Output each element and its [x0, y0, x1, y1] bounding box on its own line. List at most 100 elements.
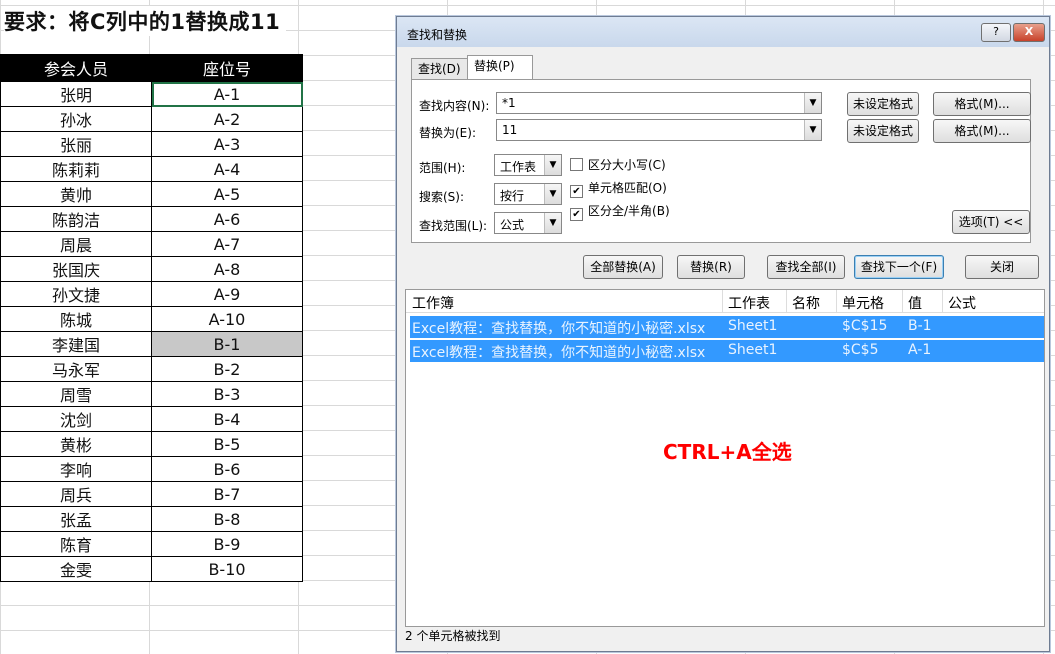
attendee-cell[interactable]: 张孟: [0, 506, 152, 532]
col-cell[interactable]: 单元格: [842, 293, 884, 313]
table-row: 周雪 B-3: [0, 381, 303, 407]
col-sheet[interactable]: 工作表: [728, 293, 770, 313]
col-workbook[interactable]: 工作簿: [412, 293, 454, 313]
seat-cell[interactable]: B-7: [151, 481, 303, 507]
lookin-label: 查找范围(L):: [419, 219, 488, 233]
col-value[interactable]: 值: [908, 293, 922, 313]
seat-cell[interactable]: B-4: [151, 406, 303, 432]
attendee-cell[interactable]: 张国庆: [0, 256, 152, 282]
seat-cell[interactable]: B-5: [151, 431, 303, 457]
table-row: 李建国 B-1: [0, 331, 303, 357]
checkmark-icon: ✔: [570, 208, 583, 221]
find-next-button[interactable]: 查找下一个(F): [854, 255, 944, 279]
replace-format-button[interactable]: 格式(M)...: [933, 119, 1031, 143]
seat-cell[interactable]: A-10: [151, 306, 303, 332]
annotation-text: CTRL+A全选: [663, 440, 792, 464]
attendee-cell[interactable]: 陈韵洁: [0, 206, 152, 232]
find-format-button[interactable]: 格式(M)...: [933, 92, 1031, 116]
replace-all-button[interactable]: 全部替换(A): [583, 255, 663, 279]
replace-button[interactable]: 替换(R): [677, 255, 745, 279]
dialog-titlebar[interactable]: 查找和替换 ? X: [397, 17, 1049, 47]
results-list[interactable]: 工作簿 工作表 名称 单元格 值 公式 Excel教程：查找替换，你不知道的小秘…: [405, 289, 1045, 627]
help-button[interactable]: ?: [981, 23, 1011, 42]
table-row: 张国庆 A-8: [0, 256, 303, 282]
find-format-status: 未设定格式: [847, 92, 919, 116]
scope-select[interactable]: 工作表 ▼: [494, 154, 562, 176]
search-label: 搜索(S):: [419, 190, 465, 204]
match-cell-checkbox[interactable]: ✔ 单元格匹配(O): [570, 179, 667, 198]
attendee-cell[interactable]: 孙冰: [0, 106, 152, 132]
close-button[interactable]: 关闭: [965, 255, 1039, 279]
seat-cell[interactable]: A-2: [151, 106, 303, 132]
seat-cell[interactable]: A-9: [151, 281, 303, 307]
header-attendee[interactable]: 参会人员: [0, 54, 152, 82]
table-row: 张明 A-1: [0, 81, 303, 107]
attendee-cell[interactable]: 沈剑: [0, 406, 152, 432]
chevron-down-icon[interactable]: ▼: [544, 184, 561, 204]
seat-cell[interactable]: B-2: [151, 356, 303, 382]
attendee-cell[interactable]: 黄帅: [0, 181, 152, 207]
seat-cell[interactable]: A-6: [151, 206, 303, 232]
table-row: 周晨 A-7: [0, 231, 303, 257]
attendee-cell[interactable]: 周兵: [0, 481, 152, 507]
replace-label: 替换为(E):: [419, 126, 476, 140]
seat-cell[interactable]: A-7: [151, 231, 303, 257]
attendee-cell[interactable]: 张丽: [0, 131, 152, 157]
seat-cell[interactable]: A-5: [151, 181, 303, 207]
result-row[interactable]: Excel教程：查找替换，你不知道的小秘密.xlsx Sheet1 $C$5 A…: [410, 340, 1044, 362]
attendee-cell[interactable]: 陈莉莉: [0, 156, 152, 182]
chevron-down-icon[interactable]: ▼: [804, 120, 821, 140]
seat-cell[interactable]: A-1: [151, 81, 303, 107]
table-row: 孙文捷 A-9: [0, 281, 303, 307]
header-seat[interactable]: 座位号: [151, 54, 303, 82]
table-row: 马永军 B-2: [0, 356, 303, 382]
attendee-cell[interactable]: 李建国: [0, 331, 152, 357]
attendee-cell[interactable]: 陈城: [0, 306, 152, 332]
chevron-down-icon[interactable]: ▼: [544, 155, 561, 175]
lookin-select[interactable]: 公式 ▼: [494, 212, 562, 234]
search-select[interactable]: 按行 ▼: [494, 183, 562, 205]
seat-cell[interactable]: B-3: [151, 381, 303, 407]
chevron-down-icon[interactable]: ▼: [804, 93, 821, 113]
results-header: 工作簿 工作表 名称 单元格 值 公式: [406, 290, 1044, 313]
seat-cell[interactable]: A-3: [151, 131, 303, 157]
table-row: 李响 B-6: [0, 456, 303, 482]
attendee-cell[interactable]: 张明: [0, 81, 152, 107]
seat-cell[interactable]: B-1: [151, 331, 303, 357]
match-width-checkbox[interactable]: ✔ 区分全/半角(B): [570, 202, 670, 221]
options-button[interactable]: 选项(T) <<: [952, 210, 1030, 234]
tab-find[interactable]: 查找(D): [411, 58, 469, 79]
col-name[interactable]: 名称: [792, 293, 820, 313]
col-formula[interactable]: 公式: [948, 293, 976, 313]
tab-replace[interactable]: 替换(P): [467, 55, 533, 80]
table-row: 陈城 A-10: [0, 306, 303, 332]
find-replace-dialog: 查找和替换 ? X 查找(D) 替换(P) 查找内容(N): *1 ▼ 未设定格…: [396, 16, 1050, 652]
seat-cell[interactable]: A-4: [151, 156, 303, 182]
attendee-cell[interactable]: 周晨: [0, 231, 152, 257]
attendee-cell[interactable]: 孙文捷: [0, 281, 152, 307]
find-all-button[interactable]: 查找全部(I): [767, 255, 845, 279]
table-row: 孙冰 A-2: [0, 106, 303, 132]
seat-cell[interactable]: B-6: [151, 456, 303, 482]
table-row: 黄彬 B-5: [0, 431, 303, 457]
seat-cell[interactable]: B-8: [151, 506, 303, 532]
attendee-cell[interactable]: 陈育: [0, 531, 152, 557]
find-input[interactable]: *1 ▼: [496, 92, 822, 114]
attendee-cell[interactable]: 马永军: [0, 356, 152, 382]
seat-cell[interactable]: B-10: [151, 556, 303, 582]
table-row: 陈莉莉 A-4: [0, 156, 303, 182]
attendee-cell[interactable]: 黄彬: [0, 431, 152, 457]
seat-cell[interactable]: B-9: [151, 531, 303, 557]
scope-label: 范围(H):: [419, 161, 466, 175]
attendee-cell[interactable]: 李响: [0, 456, 152, 482]
seat-cell[interactable]: A-8: [151, 256, 303, 282]
close-icon[interactable]: X: [1013, 23, 1045, 42]
chevron-down-icon[interactable]: ▼: [544, 213, 561, 233]
match-case-checkbox[interactable]: 区分大小写(C): [570, 156, 666, 173]
attendee-table: 参会人员 座位号 张明 A-1 孙冰 A-2 张丽 A-3 陈莉莉 A-4 黄帅 A-5 陈韵洁 A-…: [0, 54, 303, 582]
checkbox-unchecked-icon: [570, 158, 583, 171]
attendee-cell[interactable]: 周雪: [0, 381, 152, 407]
attendee-cell[interactable]: 金雯: [0, 556, 152, 582]
replace-input[interactable]: 11 ▼: [496, 119, 822, 141]
result-row[interactable]: Excel教程：查找替换，你不知道的小秘密.xlsx Sheet1 $C$15 …: [410, 316, 1044, 338]
